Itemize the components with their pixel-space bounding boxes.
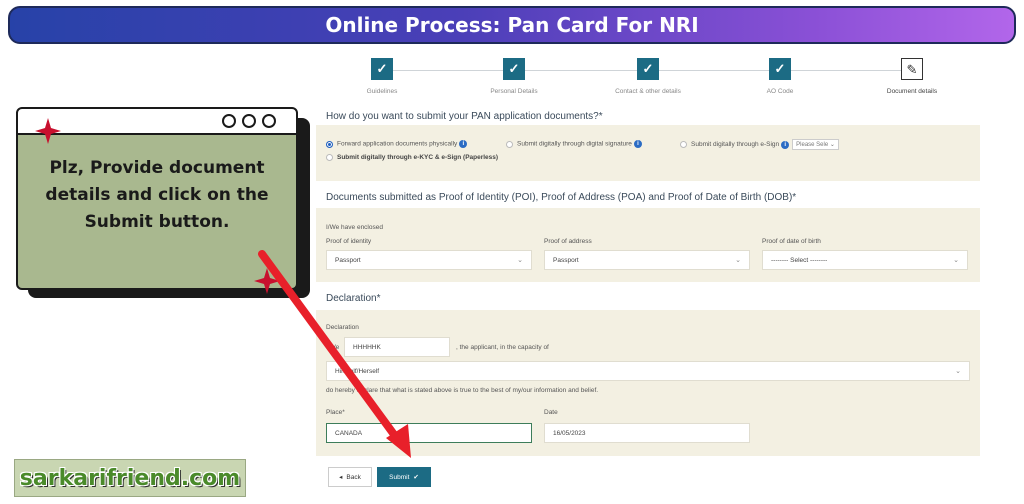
sparkle-icon [254,268,280,294]
dob-select[interactable]: -------- Select -------- ⌄ [762,250,968,270]
info-icon[interactable]: i [633,140,642,148]
option-ekyc[interactable]: Submit digitally through e-KYC & e-Sign … [326,154,498,161]
chevron-down-icon: ⌄ [829,142,835,148]
info-icon[interactable]: i [781,140,790,149]
capacity-text: , the applicant, in the capacity of [456,344,549,351]
callout-text: Plz, Provide document details and click … [16,133,298,290]
declaration-prefix: I/We [326,344,340,351]
documents-title: Documents submitted as Proof of Identity… [326,192,797,203]
poi-select[interactable]: Passport ⌄ [326,250,532,270]
place-label: Place* [326,409,345,416]
option-label: Forward application documents physically [337,140,458,148]
option-physical[interactable]: Forward application documents physically… [326,140,468,148]
page-banner-title: Online Process: Pan Card For NRI [8,6,1016,44]
dob-value: -------- Select -------- [771,257,828,264]
place-input[interactable]: CANADA [326,423,532,443]
declaration-panel: Declaration I/We HHHHHK , the applicant,… [316,310,980,456]
check-icon: ✔ [413,474,419,481]
documents-panel: I/We have enclosed Proof of identity Pas… [316,208,980,282]
window-dots [222,114,276,128]
step-label: Guidelines [366,88,398,95]
poa-value: Passport [553,257,579,264]
check-icon: ✓ [503,58,525,80]
declaration-title: Declaration* [326,293,381,304]
step-document-details[interactable]: ✎ Document details [852,58,972,95]
option-esign[interactable]: Submit digitally through e-Sign i Please S… [680,139,839,150]
step-label: Contact & other details [615,88,681,95]
poi-value: Passport [335,257,361,264]
submission-options-panel: Forward application documents physically… [316,125,980,181]
declarant-name-input[interactable]: HHHHHK [344,337,450,357]
sparkle-icon [35,118,61,144]
declaration-label: Declaration [326,324,359,331]
progress-stepper: ✓ Guidelines ✓ Personal Details ✓ Contac… [320,58,980,102]
option-digital-signature[interactable]: Submit digitally through digital signatu… [506,140,642,148]
step-personal-details[interactable]: ✓ Personal Details [454,58,574,95]
chevron-down-icon: ⌄ [735,257,741,264]
dob-label: Proof of date of birth [762,238,821,245]
date-input[interactable]: 16/05/2023 [544,423,750,443]
esign-select-value: Please Sele [796,142,829,148]
submit-label: Submit [389,473,410,481]
option-label: Submit digitally through e-Sign [691,141,780,149]
step-label: Personal Details [490,88,538,95]
submit-button[interactable]: Submit ✔ [377,467,431,487]
circle-icon [262,114,276,128]
step-contact-details[interactable]: ✓ Contact & other details [588,58,708,95]
check-icon: ✓ [637,58,659,80]
radio-button[interactable] [326,154,333,161]
option-label: Submit digitally through digital signatu… [517,140,632,148]
check-icon: ✓ [769,58,791,80]
step-guidelines[interactable]: ✓ Guidelines [322,58,442,95]
step-label: Document details [886,88,938,95]
chevron-down-icon: ⌄ [955,368,961,375]
poa-label: Proof of address [544,238,592,245]
date-label: Date [544,409,558,416]
radio-button[interactable] [326,140,333,148]
option-label: Submit digitally through e-KYC & e-Sign … [337,154,499,162]
back-label: Back [346,473,361,481]
check-icon: ✓ [371,58,393,80]
poi-label: Proof of identity [326,238,372,245]
chevron-down-icon: ⌄ [517,257,523,264]
back-arrow-icon: ◂ [339,474,343,481]
info-icon[interactable]: i [459,140,468,148]
radio-button[interactable] [506,140,513,148]
circle-icon [222,114,236,128]
capacity-value: Himself/Herself [335,368,380,375]
back-button[interactable]: ◂ Back [328,467,372,487]
esign-select[interactable]: Please Sele ⌄ [792,139,839,150]
step-label: AO Code [766,88,794,95]
poa-select[interactable]: Passport ⌄ [544,250,750,270]
enclosed-label: I/We have enclosed [326,224,383,231]
radio-button[interactable] [680,141,687,148]
capacity-select[interactable]: Himself/Herself ⌄ [326,361,970,381]
brand-watermark: sarkarifriend.com [14,459,246,497]
circle-icon [242,114,256,128]
edit-icon: ✎ [901,58,923,80]
step-ao-code[interactable]: ✓ AO Code [720,58,840,95]
declaration-statement: do hereby declare that what is stated ab… [326,387,599,394]
submission-question: How do you want to submit your PAN appli… [326,111,603,122]
chevron-down-icon: ⌄ [953,257,959,264]
